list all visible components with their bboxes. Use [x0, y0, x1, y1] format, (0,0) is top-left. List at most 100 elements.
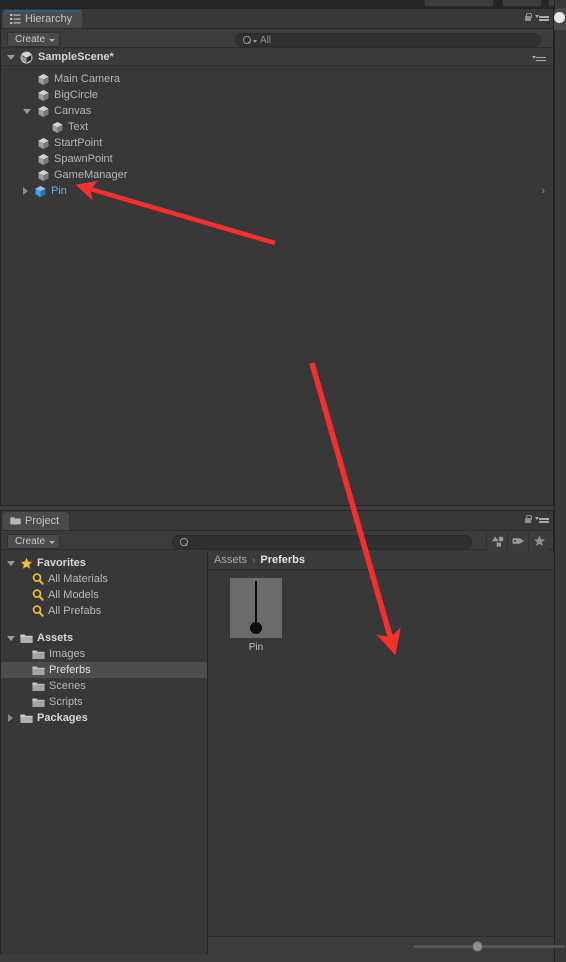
panel-menu-icon[interactable]: [535, 515, 549, 524]
tree-row-assets[interactable]: Assets: [1, 630, 207, 646]
folder-icon: [32, 649, 45, 660]
tree-row-scripts[interactable]: Scripts: [1, 694, 207, 710]
toolbar-button-group-1[interactable]: [424, 0, 494, 7]
hierarchy-row-label: Main Camera: [54, 73, 121, 85]
hierarchy-search-input[interactable]: All: [235, 33, 541, 47]
unity-scene-icon: [20, 51, 33, 64]
gameobject-cube-icon: [37, 137, 50, 150]
filter-by-type-icon[interactable]: [486, 531, 507, 551]
tree-row-preferbs[interactable]: Preferbs: [1, 662, 207, 678]
tree-row-all-prefabs[interactable]: All Prefabs: [1, 603, 207, 619]
asset-zoom-slider-bar: [208, 936, 565, 954]
breadcrumb-current[interactable]: Preferbs: [260, 554, 305, 566]
project-filter-tools: [486, 531, 549, 551]
tree-row-all-materials[interactable]: All Materials: [1, 571, 207, 587]
gameobject-cube-icon: [37, 73, 50, 86]
tree-row-packages[interactable]: Packages: [1, 710, 207, 726]
hierarchy-toolbar: Create All: [1, 28, 553, 48]
scene-name: SampleScene*: [38, 51, 114, 63]
tab-hierarchy[interactable]: Hierarchy: [3, 10, 83, 28]
expand-triangle-icon[interactable]: [7, 635, 15, 641]
zoom-slider-knob[interactable]: [472, 941, 483, 952]
tree-row-label: Images: [49, 648, 86, 660]
expand-triangle-icon[interactable]: [8, 714, 13, 722]
gameobject-cube-icon: [37, 153, 50, 166]
folder-icon: [32, 681, 45, 692]
folder-icon: [32, 665, 45, 676]
tree-row-all-models[interactable]: All Models: [1, 587, 207, 603]
lock-icon[interactable]: [523, 514, 532, 524]
breadcrumb-root[interactable]: Assets: [214, 554, 247, 566]
scene-context-menu-icon[interactable]: [532, 53, 546, 62]
hierarchy-create-label: Create: [15, 34, 46, 45]
folder-icon: [10, 516, 21, 526]
project-create-button[interactable]: Create: [7, 534, 61, 549]
hierarchy-list-icon: [10, 14, 21, 24]
tree-row-favorites[interactable]: Favorites: [1, 555, 207, 571]
tree-row-label: All Models: [48, 589, 99, 601]
filter-by-label-icon[interactable]: [507, 531, 528, 551]
project-tabbar: Project: [1, 511, 553, 530]
tree-row-label: Favorites: [37, 557, 86, 569]
hierarchy-row-spawnpoint[interactable]: SpawnPoint: [1, 151, 553, 167]
scene-expand-triangle-icon[interactable]: [7, 54, 15, 60]
tree-row-label: Preferbs: [49, 664, 91, 676]
lock-icon[interactable]: [523, 12, 532, 22]
search-filter-caret-icon: [253, 39, 257, 43]
hierarchy-row-gamemanager[interactable]: GameManager: [1, 167, 553, 183]
hierarchy-row-label: SpawnPoint: [54, 153, 113, 165]
tree-row-images[interactable]: Images: [1, 646, 207, 662]
filter-favorites-star-icon[interactable]: [528, 531, 549, 551]
saved-search-icon: [32, 573, 44, 585]
hierarchy-row-pin[interactable]: Pin ›: [1, 183, 553, 199]
hierarchy-header-controls: [523, 12, 549, 22]
unity-editor-window: Hierarchy Create All SampleScene* Main C…: [0, 0, 566, 962]
gameobject-cube-icon: [37, 169, 50, 182]
gameobject-cube-icon: [37, 89, 50, 102]
project-search-input[interactable]: [172, 535, 472, 549]
pin-ball-shape: [250, 622, 262, 634]
breadcrumb-separator-icon: ›: [252, 554, 256, 566]
tab-project-label: Project: [25, 515, 60, 527]
pin-stem-shape: [255, 581, 257, 628]
right-panel-tab-icon: [554, 12, 565, 23]
expand-triangle-icon[interactable]: [23, 108, 31, 114]
hierarchy-row-label: BigCircle: [54, 89, 99, 101]
zoom-slider-track[interactable]: [413, 945, 565, 948]
chevron-down-icon: [49, 39, 56, 42]
hierarchy-tabbar: Hierarchy: [1, 9, 553, 28]
project-create-label: Create: [15, 536, 46, 547]
hierarchy-row-main-camera[interactable]: Main Camera: [1, 71, 553, 87]
tree-row-label: Packages: [37, 712, 88, 724]
right-side-partial-panel: [554, 0, 566, 962]
favorites-star-icon: [19, 556, 34, 570]
hierarchy-row-bigcircle[interactable]: BigCircle: [1, 87, 553, 103]
chevron-right-icon[interactable]: ›: [541, 185, 545, 197]
project-header-controls: [523, 514, 549, 524]
panel-menu-icon[interactable]: [535, 13, 549, 22]
hierarchy-scene-row[interactable]: SampleScene*: [1, 49, 553, 66]
project-asset-browser: Assets › Preferbs Pin: [208, 551, 565, 954]
tree-row-scenes[interactable]: Scenes: [1, 678, 207, 694]
asset-tile-pin[interactable]: Pin: [230, 578, 282, 653]
main-toolbar-sliver: [0, 0, 566, 8]
prefab-cube-icon: [34, 185, 47, 198]
hierarchy-row-label: GameManager: [54, 169, 128, 181]
saved-search-icon: [32, 605, 44, 617]
asset-label: Pin: [248, 642, 264, 653]
hierarchy-create-button[interactable]: Create: [7, 32, 61, 47]
toolbar-button-group-2[interactable]: [502, 0, 542, 7]
saved-search-icon: [32, 589, 44, 601]
expand-triangle-icon[interactable]: [23, 187, 28, 195]
tab-project[interactable]: Project: [3, 512, 70, 530]
folder-icon: [20, 713, 33, 724]
tree-row-label: Assets: [37, 632, 74, 644]
search-icon: [243, 36, 251, 44]
hierarchy-row-canvas[interactable]: Canvas: [1, 103, 553, 119]
hierarchy-row-startpoint[interactable]: StartPoint: [1, 135, 553, 151]
hierarchy-search-value: All: [260, 34, 272, 46]
expand-triangle-icon[interactable]: [7, 560, 15, 566]
tree-row-label: Scripts: [49, 696, 83, 708]
hierarchy-row-text[interactable]: Text: [1, 119, 553, 135]
project-toolbar: Create: [1, 530, 553, 551]
